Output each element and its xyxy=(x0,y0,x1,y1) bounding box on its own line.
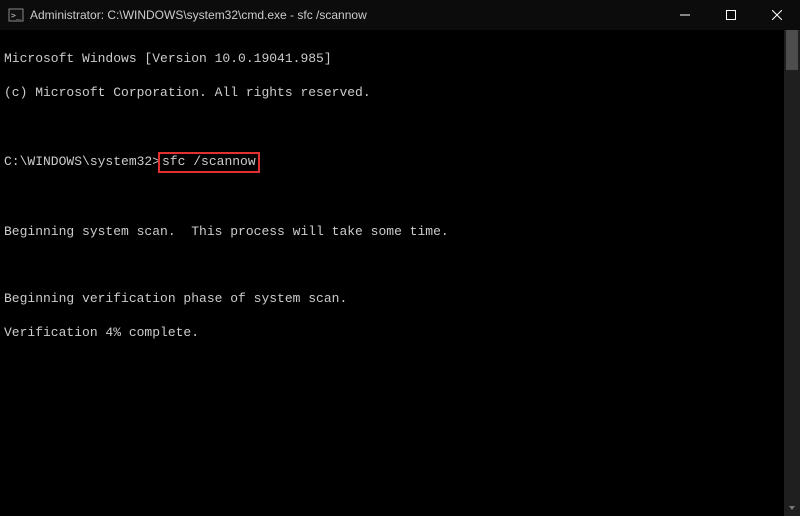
svg-text:>_: >_ xyxy=(11,11,21,20)
console-output[interactable]: Microsoft Windows [Version 10.0.19041.98… xyxy=(0,30,800,516)
verification-progress-line: Verification 4% complete. xyxy=(4,325,796,342)
blank-line xyxy=(4,118,796,135)
verification-phase-line: Beginning verification phase of system s… xyxy=(4,291,796,308)
maximize-button[interactable] xyxy=(708,0,754,30)
scan-begin-line: Beginning system scan. This process will… xyxy=(4,224,796,241)
cmd-icon: >_ xyxy=(8,7,24,23)
close-button[interactable] xyxy=(754,0,800,30)
minimize-button[interactable] xyxy=(662,0,708,30)
command-highlight: sfc /scannow xyxy=(158,152,260,173)
command-text: sfc /scannow xyxy=(162,154,256,169)
prompt-line: C:\WINDOWS\system32>sfc /scannow xyxy=(4,152,796,173)
scrollbar-thumb[interactable] xyxy=(786,30,798,70)
prompt-text: C:\WINDOWS\system32> xyxy=(4,154,160,171)
blank-line xyxy=(4,190,796,207)
scroll-down-arrow-icon[interactable] xyxy=(784,500,800,516)
window-titlebar: >_ Administrator: C:\WINDOWS\system32\cm… xyxy=(0,0,800,30)
window-title: Administrator: C:\WINDOWS\system32\cmd.e… xyxy=(30,8,662,22)
copyright-line: (c) Microsoft Corporation. All rights re… xyxy=(4,85,796,102)
vertical-scrollbar[interactable] xyxy=(784,30,800,516)
version-line: Microsoft Windows [Version 10.0.19041.98… xyxy=(4,51,796,68)
blank-line xyxy=(4,258,796,275)
window-controls xyxy=(662,0,800,30)
